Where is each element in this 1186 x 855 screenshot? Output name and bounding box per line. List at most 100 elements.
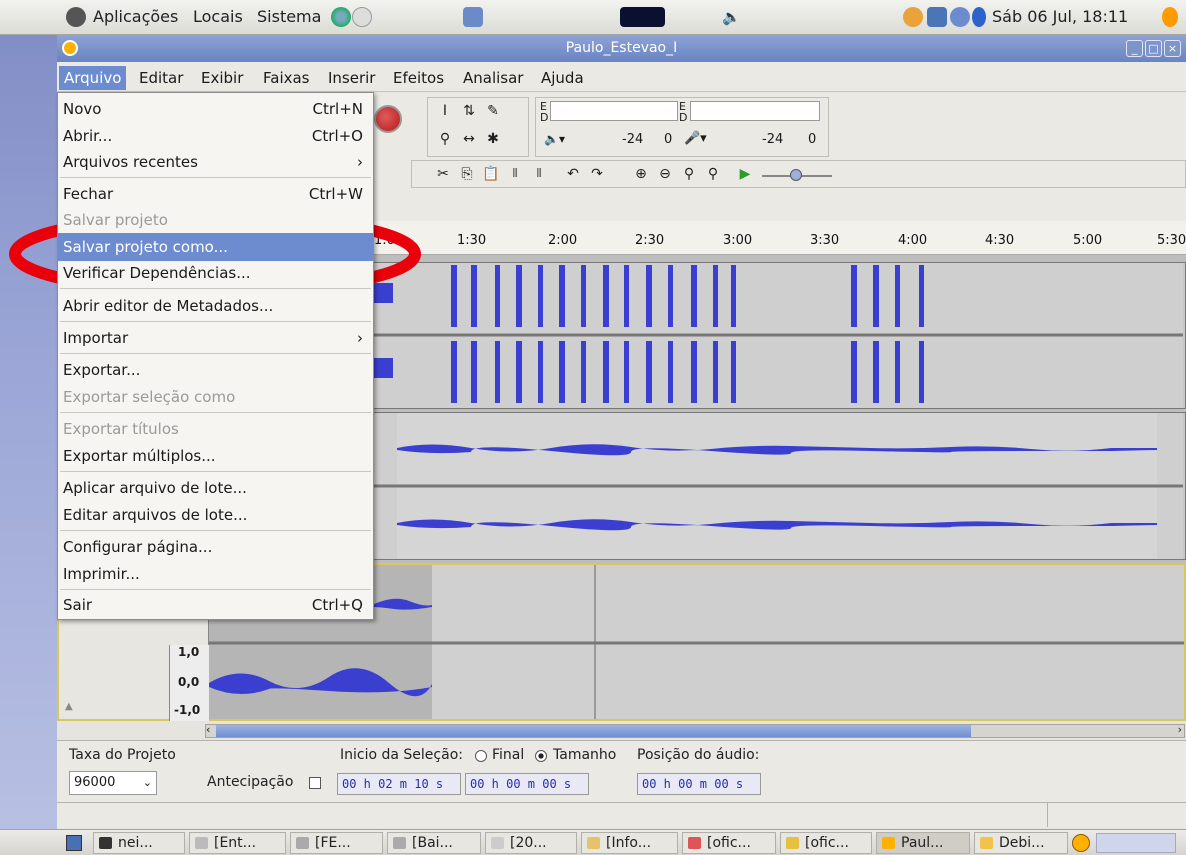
task-button[interactable]: [Bai... (387, 832, 481, 854)
task-button-active[interactable]: Paul... (876, 832, 970, 854)
menu-analisar[interactable]: Analisar (458, 66, 528, 90)
scroll-right-icon[interactable]: › (1178, 723, 1182, 736)
task-button[interactable]: [Ent... (189, 832, 286, 854)
menu-item-editor-metadados[interactable]: Abrir editor de Metadados... (58, 292, 373, 320)
draw-tool-icon[interactable]: ✎ (482, 100, 504, 122)
track-1-waveform[interactable] (371, 263, 1183, 408)
fit-selection-icon[interactable]: ⚲ (678, 163, 700, 185)
fit-project-icon[interactable]: ⚲ (702, 163, 724, 185)
microphone-icon[interactable]: 🎤▾ (684, 131, 707, 146)
project-rate-select[interactable]: 96000 ⌄ (69, 771, 157, 795)
horizontal-scrollbar[interactable]: ‹ › (205, 723, 1185, 738)
multi-tool-icon[interactable]: ✱ (482, 128, 504, 150)
workspace-switcher[interactable] (1096, 833, 1176, 853)
menu-item-fechar[interactable]: Fechar Ctrl+W (58, 180, 373, 208)
timeline-ruler[interactable]: 1:00 1:30 2:00 2:30 3:00 3:30 4:00 4:30 … (370, 221, 1186, 255)
panel-menu-applications[interactable]: Aplicações (93, 6, 178, 28)
menu-item-importar[interactable]: Importar › (58, 324, 373, 352)
menu-item-sair[interactable]: Sair Ctrl+Q (58, 591, 373, 619)
cut-icon[interactable]: ✂ (432, 163, 454, 185)
network-monitor-icon[interactable] (463, 7, 483, 27)
menu-separator (60, 288, 371, 289)
menu-item-exportar-multiplos[interactable]: Exportar múltiplos... (58, 442, 373, 470)
silence-icon[interactable]: ⫼ (528, 163, 550, 185)
menu-item-imprimir[interactable]: Imprimir... (58, 560, 373, 588)
play-at-speed-icon[interactable]: ▶ (734, 163, 756, 185)
final-radio[interactable] (475, 750, 487, 762)
browser-icon[interactable] (331, 7, 351, 27)
menu-editar[interactable]: Editar (134, 66, 188, 90)
record-db-label: -24 (762, 132, 784, 147)
gnome-foot-icon[interactable] (66, 7, 86, 27)
selection-tool-icon[interactable]: I (434, 100, 456, 122)
audio-position-time[interactable]: 00 h 00 m 00 s (637, 773, 761, 795)
menu-separator (60, 471, 371, 472)
audacity-small-icon[interactable] (1072, 834, 1090, 852)
task-button[interactable]: [ofic... (682, 832, 776, 854)
taskbar: nei... [Ent... [FE... [Bai... [20... [In… (0, 829, 1186, 855)
trim-icon[interactable]: ⫼ (504, 163, 526, 185)
menu-item-arquivos-recentes[interactable]: Arquivos recentes › (58, 148, 373, 176)
length-radio[interactable] (535, 750, 547, 762)
close-icon[interactable]: × (1164, 40, 1181, 57)
menu-item-label: Configurar página... (63, 538, 213, 556)
zoom-tool-icon[interactable]: ⚲ (434, 128, 456, 150)
minimize-icon[interactable]: _ (1126, 40, 1143, 57)
ruler-tick: 3:00 (723, 233, 753, 248)
update-icon[interactable] (903, 7, 923, 27)
undo-icon[interactable]: ↶ (562, 163, 584, 185)
paste-icon[interactable]: 📋 (480, 163, 502, 185)
bluetooth-icon[interactable] (972, 7, 986, 27)
menu-item-aplicar-lote[interactable]: Aplicar arquivo de lote... (58, 474, 373, 502)
scrollbar-thumb[interactable] (216, 725, 971, 737)
zoom-out-icon[interactable]: ⊖ (654, 163, 676, 185)
record-button[interactable] (374, 105, 402, 133)
timeshift-tool-icon[interactable]: ↔ (458, 128, 480, 150)
window-titlebar[interactable]: Paulo_Estevao_I _ □ × (57, 35, 1186, 62)
menu-faixas[interactable]: Faixas (258, 66, 315, 90)
speaker-icon[interactable]: 🔈▾ (544, 132, 565, 146)
menu-arquivo[interactable]: Arquivo (59, 66, 127, 90)
app-icon[interactable] (62, 40, 78, 56)
menu-item-novo[interactable]: Novo Ctrl+N (58, 95, 373, 123)
audacity-tray-icon[interactable] (1162, 7, 1178, 27)
task-button[interactable]: [Info... (581, 832, 678, 854)
track-2-waveform[interactable] (371, 413, 1183, 559)
task-button[interactable]: [FE... (290, 832, 383, 854)
system-monitor-icon[interactable] (620, 7, 665, 27)
menu-item-exportar[interactable]: Exportar... (58, 356, 373, 384)
selection-start-time[interactable]: 00 h 02 m 10 s (337, 773, 461, 795)
show-desktop-icon[interactable] (66, 835, 82, 851)
menu-item-verificar-dependencias[interactable]: Verificar Dependências... (58, 259, 373, 287)
volume-icon[interactable]: 🔈 (722, 7, 742, 27)
copy-icon[interactable]: ⎘ (456, 163, 478, 185)
menu-inserir[interactable]: Inserir (323, 66, 380, 90)
mail-icon[interactable] (352, 7, 372, 27)
menu-efeitos[interactable]: Efeitos (388, 66, 449, 90)
task-button[interactable]: nei... (93, 832, 185, 854)
menu-ajuda[interactable]: Ajuda (536, 66, 589, 90)
menu-item-accel: Ctrl+N (312, 100, 363, 118)
collapse-icon[interactable]: ▲ (65, 701, 73, 712)
menu-item-salvar-projeto-como[interactable]: Salvar projeto como... (58, 233, 373, 261)
network-status-icon[interactable] (927, 7, 947, 27)
snap-checkbox[interactable] (309, 777, 321, 789)
redo-icon[interactable]: ↷ (586, 163, 608, 185)
maximize-icon[interactable]: □ (1145, 40, 1162, 57)
selection-length-time[interactable]: 00 h 00 m 00 s (465, 773, 589, 795)
task-button[interactable]: [ofic... (780, 832, 872, 854)
scroll-left-icon[interactable]: ‹ (206, 723, 210, 736)
panel-menu-places[interactable]: Locais (193, 6, 243, 28)
task-button[interactable]: [20... (485, 832, 577, 854)
play-speed-thumb[interactable] (790, 169, 802, 181)
menu-item-editar-lote[interactable]: Editar arquivos de lote... (58, 501, 373, 529)
menu-item-abrir[interactable]: Abrir... Ctrl+O (58, 122, 373, 150)
zoom-in-icon[interactable]: ⊕ (630, 163, 652, 185)
menu-item-configurar-pagina[interactable]: Configurar página... (58, 533, 373, 561)
menu-exibir[interactable]: Exibir (196, 66, 248, 90)
panel-clock[interactable]: Sáb 06 Jul, 18:11 (992, 6, 1128, 28)
panel-menu-system[interactable]: Sistema (257, 6, 321, 28)
task-button[interactable]: Debi... (974, 832, 1068, 854)
envelope-tool-icon[interactable]: ⇅ (458, 100, 480, 122)
chat-icon[interactable] (950, 7, 970, 27)
